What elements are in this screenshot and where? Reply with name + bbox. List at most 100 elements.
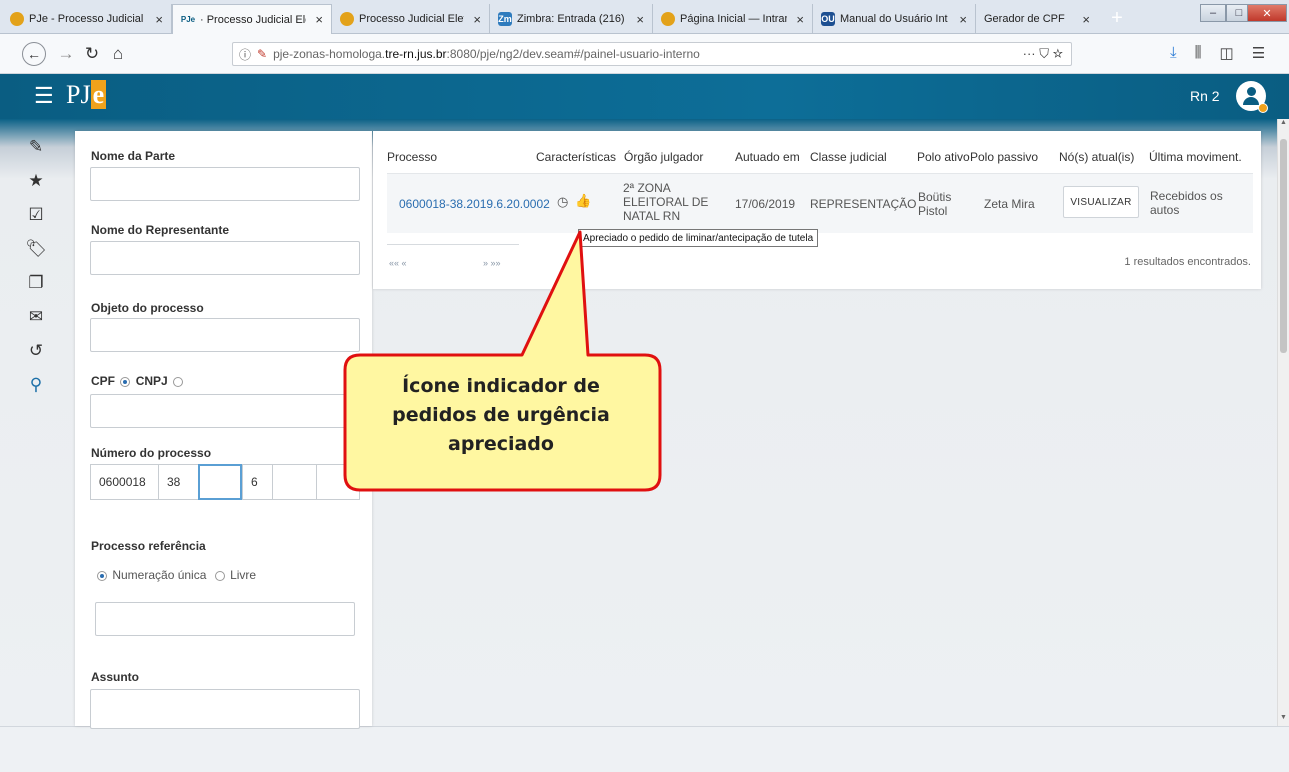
tab-zimbra[interactable]: Zm Zimbra: Entrada (216) × xyxy=(490,4,653,34)
close-icon[interactable]: × xyxy=(155,12,163,27)
left-sidebar: ✎ ★ ☑ 🏷 ❐ ✉ ↺ ⚲ xyxy=(18,130,54,402)
globe-icon xyxy=(10,12,24,26)
numero-sequencial-input[interactable]: 0600018 xyxy=(90,464,158,500)
avatar[interactable] xyxy=(1236,81,1268,113)
nome-parte-input[interactable] xyxy=(90,167,360,201)
tab-pje-processo-judicial[interactable]: PJe - Processo Judicial × xyxy=(2,4,172,34)
callout-text: Ícone indicador de pedidos de urgência a… xyxy=(392,375,610,455)
nome-parte-label: Nome da Parte xyxy=(91,149,176,163)
close-icon[interactable]: × xyxy=(1082,12,1090,27)
clock-icon[interactable]: ◷ xyxy=(557,195,568,209)
close-icon[interactable]: × xyxy=(315,12,323,27)
search-form-panel: Nome da Parte Nome do Representante Obje… xyxy=(75,131,372,729)
tab-label: PJe - Processo Judicial xyxy=(29,13,144,25)
cpf-input[interactable] xyxy=(90,394,360,428)
tab-pagina-inicial[interactable]: Página Inicial — Intran × xyxy=(653,4,813,34)
back-button[interactable]: ← xyxy=(22,42,46,66)
tab-processo-judicial-eletronico[interactable]: Processo Judicial Eletr × xyxy=(332,4,490,34)
close-icon[interactable]: × xyxy=(473,12,481,27)
col-header-classe-judicial[interactable]: Classe judicial xyxy=(810,150,887,164)
download-icon[interactable]: ⤓ xyxy=(1170,44,1177,62)
tribunal-input[interactable] xyxy=(272,464,316,500)
pager-first-prev[interactable]: «« « xyxy=(389,258,407,268)
user-name[interactable]: Rn 2 xyxy=(1190,88,1220,104)
library-icon[interactable]: ⫼ xyxy=(1195,44,1202,62)
menu-icon[interactable]: ☰ xyxy=(1252,44,1265,62)
star-icon[interactable]: ★ xyxy=(18,164,54,198)
history-icon[interactable]: ↺ xyxy=(18,334,54,368)
pager-divider xyxy=(387,244,519,245)
cnpj-radio[interactable] xyxy=(173,376,184,387)
tab-pje-active[interactable]: PJe · Processo Judicial Elet × xyxy=(172,4,332,34)
url-bar[interactable]: ⓘ ✎ pje-zonas-homologa.tre-rn.jus.br:808… xyxy=(232,42,1072,66)
tab-label: Manual do Usuário Int xyxy=(840,13,948,25)
numeracao-unica-label: Numeração única xyxy=(112,568,207,582)
pager-next-last[interactable]: » »» xyxy=(483,258,501,268)
polo-passivo-cell: Zeta Mira xyxy=(984,197,1035,211)
tags-icon[interactable]: 🏷 xyxy=(18,232,54,266)
segmento-input[interactable]: 6 xyxy=(242,464,272,500)
col-header-orgao-julgador[interactable]: Órgão julgador xyxy=(624,150,703,164)
ano-input[interactable] xyxy=(198,464,242,500)
search-icon[interactable]: ⚲ xyxy=(18,368,54,402)
tab-gerador-cpf[interactable]: Gerador de CPF × xyxy=(976,4,1098,34)
app-header: ☰ PJe Rn 2 xyxy=(0,74,1289,119)
tab-label: Processo Judicial Eletr xyxy=(359,13,465,25)
livre-radio[interactable] xyxy=(214,570,225,581)
copy-icon[interactable]: ❐ xyxy=(18,266,54,300)
col-header-processo[interactable]: Processo xyxy=(387,150,437,164)
processo-referencia-label: Processo referência xyxy=(91,539,206,553)
minimize-button[interactable]: – xyxy=(1200,4,1226,22)
forward-button[interactable]: → xyxy=(54,42,78,66)
pje-icon: PJe xyxy=(180,15,196,24)
cnpj-label: CNPJ xyxy=(135,374,168,388)
polo-ativo-cell: Boütis Pistol xyxy=(918,190,952,218)
nome-representante-label: Nome do Representante xyxy=(91,223,230,237)
col-header-ultima-movimentacao[interactable]: Última moviment. xyxy=(1149,150,1242,164)
window-close-button[interactable]: ✕ xyxy=(1247,4,1287,22)
sidebar-toggle-icon[interactable]: ◫ xyxy=(1220,44,1234,62)
envelope-icon[interactable]: ✉ xyxy=(18,300,54,334)
tab-label: Zimbra: Entrada (216) xyxy=(517,13,625,25)
visualizar-button[interactable]: VISUALIZAR xyxy=(1063,186,1139,218)
assunto-input[interactable] xyxy=(90,689,360,729)
col-header-polo-passivo[interactable]: Polo passivo xyxy=(970,150,1038,164)
close-icon[interactable]: × xyxy=(796,12,804,27)
processo-link[interactable]: 0600018-38.2019.6.20.0002 xyxy=(399,197,550,211)
col-header-polo-ativo[interactable]: Polo ativo xyxy=(917,150,970,164)
page-scrollbar[interactable]: ▲ ▼ xyxy=(1277,119,1289,726)
reload-icon[interactable]: ↻ xyxy=(80,42,104,66)
cpf-radio[interactable] xyxy=(120,376,131,387)
assunto-label: Assunto xyxy=(91,670,139,684)
home-icon[interactable]: ⌂ xyxy=(106,42,130,66)
col-header-nos-atuais[interactable]: Nó(s) atual(is) xyxy=(1059,150,1134,164)
origem-input[interactable] xyxy=(316,464,360,500)
url-actions[interactable]: ··· ⛉ ☆ xyxy=(1023,46,1063,62)
col-header-autuado-em[interactable]: Autuado em xyxy=(735,150,800,164)
pencil-icon[interactable]: ✎ xyxy=(18,130,54,164)
hamburger-menu-icon[interactable]: ☰ xyxy=(34,83,54,109)
pje-logo[interactable]: PJe xyxy=(66,80,107,110)
new-tab-button[interactable]: + xyxy=(1103,4,1131,32)
results-count: 1 resultados encontrados. xyxy=(1124,256,1251,268)
close-icon[interactable]: × xyxy=(636,12,644,27)
browser-tab-bar: PJe - Processo Judicial × PJe · Processo… xyxy=(0,0,1289,34)
notification-dot xyxy=(1258,103,1268,113)
manual-icon: OU xyxy=(821,12,835,26)
nome-representante-input[interactable] xyxy=(90,241,360,275)
checkbox-icon[interactable]: ☑ xyxy=(18,198,54,232)
page-footer xyxy=(0,726,1289,772)
digito-verificador-input[interactable]: 38 xyxy=(158,464,198,500)
close-icon[interactable]: × xyxy=(959,12,967,27)
tab-manual-usuario[interactable]: OU Manual do Usuário Int × xyxy=(813,4,976,34)
browser-nav-bar: ← → ↻ ⌂ ⓘ ✎ pje-zonas-homologa.tre-rn.ju… xyxy=(0,34,1289,74)
referencia-type-selector: Numeração única Livre xyxy=(95,568,256,582)
orgao-julgador-cell: 2ª ZONA ELEITORAL DE NATAL RN xyxy=(623,181,709,223)
objeto-processo-input[interactable] xyxy=(90,318,360,352)
thumbs-up-icon[interactable]: 👍 xyxy=(575,194,591,208)
info-icon[interactable]: ⓘ xyxy=(239,46,251,63)
processo-referencia-input[interactable] xyxy=(95,602,355,636)
numeracao-unica-radio[interactable] xyxy=(97,570,107,581)
tab-label: Página Inicial — Intran xyxy=(680,13,788,25)
col-header-caracteristicas[interactable]: Características xyxy=(536,150,616,164)
